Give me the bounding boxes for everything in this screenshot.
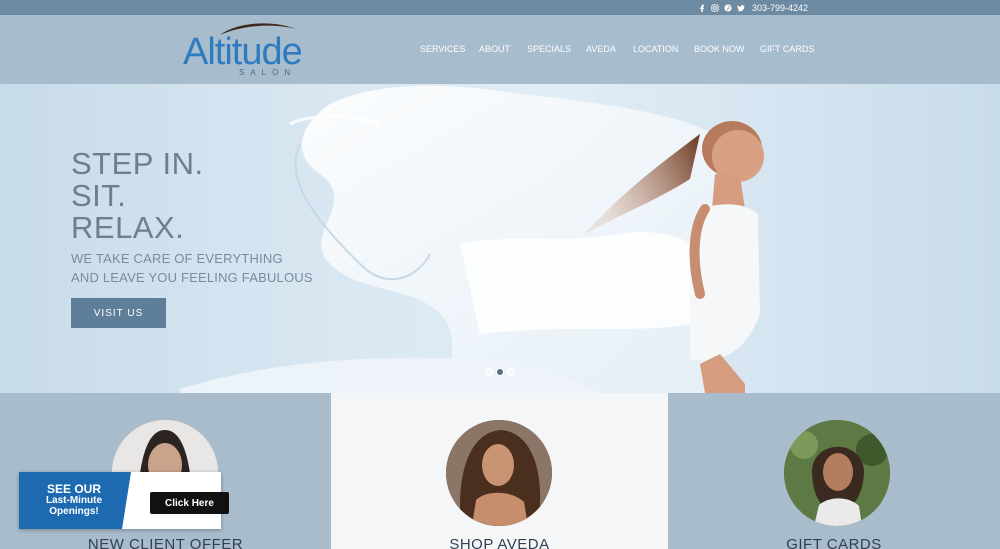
card-gift-cards[interactable]: GIFT CARDS <box>668 393 1000 549</box>
logo-subtitle: SALON <box>239 68 297 77</box>
hero-slider: STEP IN. SIT. RELAX. WE TAKE CARE OF EVE… <box>0 84 1000 393</box>
phone-number[interactable]: 303-799-4242 <box>752 3 808 13</box>
popup-line-3: Openings! <box>49 506 99 517</box>
shop-aveda-photo <box>446 420 552 526</box>
top-bar: 303-799-4242 <box>0 0 1000 15</box>
model-portrait-icon <box>784 420 890 526</box>
headline-line-3: RELAX. <box>71 210 185 245</box>
nav-specials[interactable]: SPECIALS <box>527 44 586 54</box>
popup-line-1: SEE OUR <box>46 482 101 496</box>
social-links: 303-799-4242 <box>698 1 808 14</box>
model-portrait-icon <box>446 420 552 526</box>
hero-tagline: WE TAKE CARE OF EVERYTHING AND LEAVE YOU… <box>71 249 313 287</box>
gift-cards-photo <box>784 420 890 526</box>
hero-headline: STEP IN. SIT. RELAX. <box>71 148 204 244</box>
slider-dots <box>485 368 515 376</box>
card-title: SHOP AVEDA <box>449 536 550 549</box>
headline-line-2: SIT. <box>71 178 127 213</box>
popup-text: SEE OUR Last-Minute Openings! <box>27 482 121 517</box>
click-here-button[interactable]: Click Here <box>150 492 229 514</box>
facebook-icon[interactable] <box>698 4 706 12</box>
nav-book-now[interactable]: BOOK NOW <box>694 44 760 54</box>
tagline-line-1: WE TAKE CARE OF EVERYTHING <box>71 251 283 266</box>
card-title: NEW CLIENT OFFER <box>87 536 244 549</box>
nav-gift-cards[interactable]: GIFT CARDS <box>760 44 820 54</box>
twitter-icon[interactable] <box>737 4 745 12</box>
nav-location[interactable]: LOCATION <box>633 44 694 54</box>
site-header: Altitude SALON SERVICES ABOUT SPECIALS A… <box>0 15 1000 84</box>
card-title: GIFT CARDS <box>786 536 882 549</box>
nav-about[interactable]: ABOUT <box>479 44 527 54</box>
slide-dot-3[interactable] <box>507 368 515 376</box>
pinterest-icon[interactable] <box>724 3 732 12</box>
visit-us-button[interactable]: VISIT US <box>71 298 166 328</box>
last-minute-openings-popup[interactable]: SEE OUR Last-Minute Openings! Click Here <box>19 472 229 529</box>
slide-dot-1[interactable] <box>485 368 493 376</box>
popup-line-2: Last-Minute <box>45 495 103 506</box>
headline-line-1: STEP IN. <box>71 146 204 181</box>
altitude-salon-logo[interactable]: Altitude SALON <box>183 19 305 79</box>
nav-services[interactable]: SERVICES <box>420 44 479 54</box>
card-shop-aveda[interactable]: SHOP AVEDA <box>331 393 668 549</box>
main-navigation: SERVICES ABOUT SPECIALS AVEDA LOCATION B… <box>420 44 820 54</box>
nav-aveda[interactable]: AVEDA <box>586 44 633 54</box>
tagline-line-2: AND LEAVE YOU FEELING FABULOUS <box>71 270 313 285</box>
slide-dot-2[interactable] <box>496 368 504 376</box>
instagram-icon[interactable] <box>711 3 719 12</box>
